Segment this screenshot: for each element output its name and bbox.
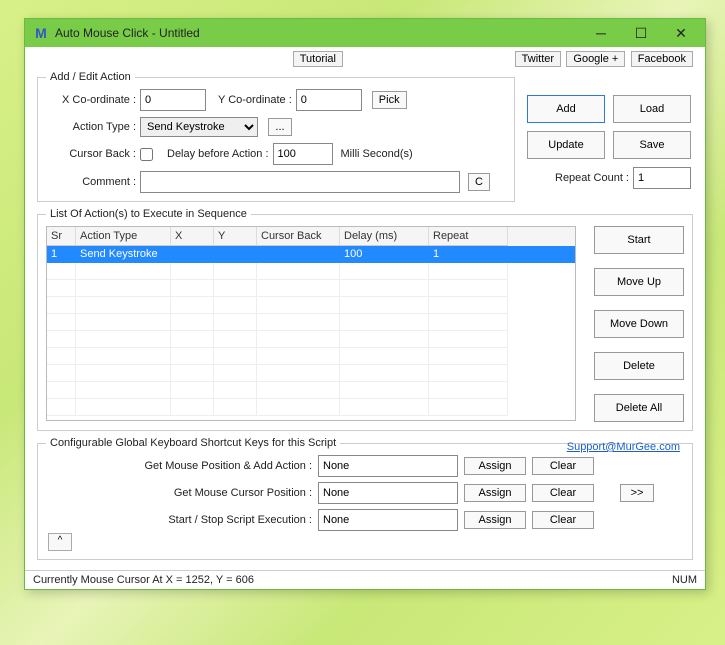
col-x[interactable]: X bbox=[171, 227, 214, 246]
pick-button[interactable]: Pick bbox=[372, 91, 407, 109]
table-row[interactable] bbox=[47, 399, 575, 416]
support-link[interactable]: Support@MurGee.com bbox=[567, 441, 680, 453]
shortcut3-label: Start / Stop Script Execution : bbox=[46, 514, 312, 526]
maximize-button[interactable]: ☐ bbox=[621, 21, 661, 45]
app-icon: M bbox=[33, 25, 49, 41]
table-row[interactable] bbox=[47, 382, 575, 399]
clear3-button[interactable]: Clear bbox=[532, 511, 594, 529]
delete-button[interactable]: Delete bbox=[594, 352, 684, 380]
googleplus-button[interactable]: Google + bbox=[566, 51, 625, 67]
app-window: M Auto Mouse Click - Untitled ─ ☐ ✕ Tuto… bbox=[24, 18, 706, 590]
twitter-button[interactable]: Twitter bbox=[515, 51, 561, 67]
load-button[interactable]: Load bbox=[613, 95, 691, 123]
table-row[interactable] bbox=[47, 331, 575, 348]
action-options-button[interactable]: ... bbox=[268, 118, 292, 136]
minimize-button[interactable]: ─ bbox=[581, 21, 621, 45]
shortcut1-input[interactable] bbox=[318, 455, 458, 477]
table-row[interactable] bbox=[47, 297, 575, 314]
action-type-select[interactable]: Send Keystroke bbox=[140, 117, 258, 137]
shortcut2-label: Get Mouse Cursor Position : bbox=[46, 487, 312, 499]
delay-unit-label: Milli Second(s) bbox=[341, 148, 413, 160]
assign2-button[interactable]: Assign bbox=[464, 484, 526, 502]
x-coord-input[interactable] bbox=[140, 89, 206, 111]
clear1-button[interactable]: Clear bbox=[532, 457, 594, 475]
col-sr[interactable]: Sr bbox=[47, 227, 76, 246]
shortcuts-legend: Configurable Global Keyboard Shortcut Ke… bbox=[46, 437, 340, 449]
clear-comment-button[interactable]: C bbox=[468, 173, 490, 191]
col-repeat[interactable]: Repeat bbox=[429, 227, 508, 246]
clear2-button[interactable]: Clear bbox=[532, 484, 594, 502]
move-down-button[interactable]: Move Down bbox=[594, 310, 684, 338]
comment-label: Comment : bbox=[46, 176, 136, 188]
y-coord-label: Y Co-ordinate : bbox=[218, 94, 292, 106]
tutorial-button[interactable]: Tutorial bbox=[293, 51, 343, 67]
status-text: Currently Mouse Cursor At X = 1252, Y = … bbox=[33, 574, 254, 586]
shortcut1-label: Get Mouse Position & Add Action : bbox=[46, 460, 312, 472]
repeat-count-input[interactable] bbox=[633, 167, 691, 189]
cursor-back-checkbox[interactable] bbox=[140, 148, 153, 161]
table-row[interactable] bbox=[47, 365, 575, 382]
close-button[interactable]: ✕ bbox=[661, 21, 701, 45]
table-row[interactable] bbox=[47, 314, 575, 331]
table-row[interactable] bbox=[47, 348, 575, 365]
col-y[interactable]: Y bbox=[214, 227, 257, 246]
table-row[interactable] bbox=[47, 263, 575, 280]
titlebar[interactable]: M Auto Mouse Click - Untitled ─ ☐ ✕ bbox=[25, 19, 705, 47]
action-grid[interactable]: Sr Action Type X Y Cursor Back Delay (ms… bbox=[46, 226, 576, 421]
numlock-indicator: NUM bbox=[672, 574, 697, 586]
delay-input[interactable] bbox=[273, 143, 333, 165]
assign1-button[interactable]: Assign bbox=[464, 457, 526, 475]
window-title: Auto Mouse Click - Untitled bbox=[55, 26, 581, 40]
assign3-button[interactable]: Assign bbox=[464, 511, 526, 529]
add-edit-legend: Add / Edit Action bbox=[46, 71, 135, 83]
shortcut3-input[interactable] bbox=[318, 509, 458, 531]
col-action[interactable]: Action Type bbox=[76, 227, 171, 246]
save-button[interactable]: Save bbox=[613, 131, 691, 159]
col-delay[interactable]: Delay (ms) bbox=[340, 227, 429, 246]
update-button[interactable]: Update bbox=[527, 131, 605, 159]
col-cursor-back[interactable]: Cursor Back bbox=[257, 227, 340, 246]
move-up-button[interactable]: Move Up bbox=[594, 268, 684, 296]
add-button[interactable]: Add bbox=[527, 95, 605, 123]
caret-up-button[interactable]: ^ bbox=[48, 533, 72, 551]
table-row[interactable] bbox=[47, 280, 575, 297]
action-type-label: Action Type : bbox=[46, 121, 136, 133]
delay-label: Delay before Action : bbox=[167, 148, 269, 160]
cursor-back-label: Cursor Back : bbox=[46, 148, 136, 160]
facebook-button[interactable]: Facebook bbox=[631, 51, 693, 67]
shortcut2-input[interactable] bbox=[318, 482, 458, 504]
start-button[interactable]: Start bbox=[594, 226, 684, 254]
delete-all-button[interactable]: Delete All bbox=[594, 394, 684, 422]
x-coord-label: X Co-ordinate : bbox=[46, 94, 136, 106]
list-legend: List Of Action(s) to Execute in Sequence bbox=[46, 208, 251, 220]
expand-button[interactable]: >> bbox=[620, 484, 654, 502]
repeat-count-label: Repeat Count : bbox=[555, 172, 629, 184]
y-coord-input[interactable] bbox=[296, 89, 362, 111]
table-row[interactable]: 1 Send Keystroke 100 1 bbox=[47, 246, 575, 263]
comment-input[interactable] bbox=[140, 171, 460, 193]
